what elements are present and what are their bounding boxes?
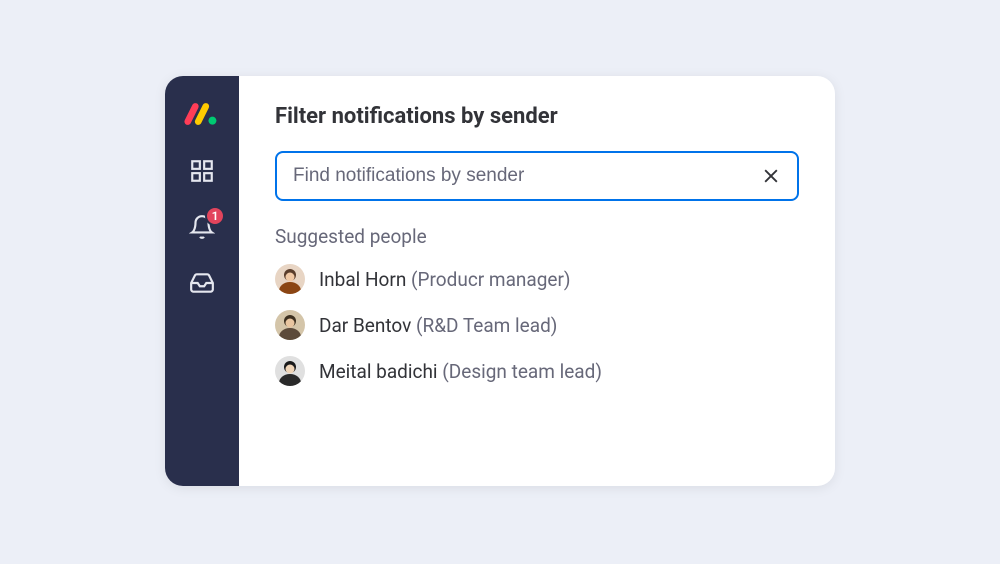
- person-role: (Design team lead): [442, 360, 602, 383]
- person-item[interactable]: Meital badichi (Design team lead): [275, 356, 799, 386]
- person-role: (R&D Team lead): [416, 314, 557, 337]
- inbox-icon[interactable]: [189, 270, 215, 296]
- person-name: Dar Bentov: [319, 314, 411, 337]
- person-text: Dar Bentov (R&D Team lead): [319, 314, 557, 337]
- clear-icon[interactable]: [761, 166, 781, 186]
- app-window: 1 Filter notifications by sender Suggest…: [165, 76, 835, 486]
- search-input[interactable]: [293, 165, 761, 187]
- notification-badge: 1: [205, 206, 225, 226]
- person-role: (Producr manager): [411, 268, 571, 291]
- search-box[interactable]: [275, 151, 799, 201]
- main-panel: Filter notifications by sender Suggested…: [239, 76, 835, 486]
- person-text: Inbal Horn (Producr manager): [319, 268, 571, 291]
- person-name: Inbal Horn: [319, 268, 406, 291]
- page-title: Filter notifications by sender: [275, 104, 799, 129]
- avatar: [275, 356, 305, 386]
- notifications-bell-icon[interactable]: 1: [189, 214, 215, 240]
- avatar: [275, 264, 305, 294]
- apps-grid-icon[interactable]: [189, 158, 215, 184]
- sidebar: 1: [165, 76, 239, 486]
- person-item[interactable]: Inbal Horn (Producr manager): [275, 264, 799, 294]
- avatar: [275, 310, 305, 340]
- person-name: Meital badichi: [319, 360, 438, 383]
- app-logo: [183, 100, 221, 128]
- person-text: Meital badichi (Design team lead): [319, 360, 602, 383]
- person-item[interactable]: Dar Bentov (R&D Team lead): [275, 310, 799, 340]
- suggested-people-label: Suggested people: [275, 225, 799, 248]
- people-list: Inbal Horn (Producr manager) Dar Bentov …: [275, 264, 799, 386]
